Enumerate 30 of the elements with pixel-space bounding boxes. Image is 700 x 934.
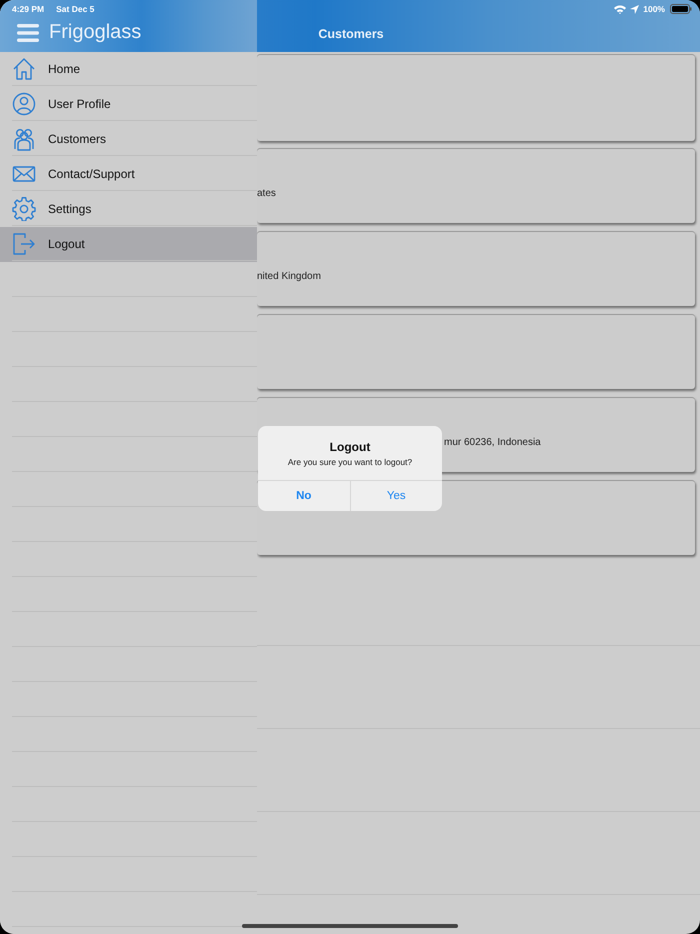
- customer-card[interactable]: nited Kingdom: [257, 231, 695, 306]
- wifi-icon: [614, 4, 626, 14]
- menu-item[interactable]: Customers: [0, 122, 257, 157]
- home-icon: [12, 57, 36, 81]
- customer-card[interactable]: ates: [257, 148, 695, 223]
- app-title: Frigoglass: [49, 21, 142, 44]
- location-icon: [630, 4, 640, 14]
- logout-icon: [12, 232, 36, 256]
- menu-item[interactable]: Contact/Support: [0, 157, 257, 192]
- dialog-title: Logout: [330, 440, 370, 454]
- user-circle-icon: [12, 92, 36, 116]
- menu-item[interactable]: Settings: [0, 192, 257, 227]
- people-icon: [12, 127, 36, 151]
- customer-card[interactable]: [257, 314, 695, 389]
- customer-address: mur 60236, Indonesia: [444, 436, 541, 448]
- battery-percent: 100%: [643, 4, 665, 14]
- dialog-message: Are you sure you want to logout?: [288, 456, 412, 466]
- customer-address: ates: [257, 188, 276, 198]
- battery-icon: [670, 4, 692, 14]
- menu-item[interactable]: Logout: [0, 227, 257, 262]
- menu-icon[interactable]: [17, 24, 39, 42]
- gear-icon: [12, 197, 36, 221]
- menu-item[interactable]: User Profile: [0, 87, 257, 122]
- menu-item[interactable]: Home: [0, 52, 257, 87]
- customer-card[interactable]: [257, 54, 695, 141]
- status-date: Sat Dec 5: [56, 4, 94, 14]
- home-indicator[interactable]: [242, 924, 458, 928]
- customer-address: nited Kingdom: [257, 270, 321, 282]
- screen-title: Customers: [318, 27, 384, 41]
- status-time: 4:29 PM: [12, 4, 44, 14]
